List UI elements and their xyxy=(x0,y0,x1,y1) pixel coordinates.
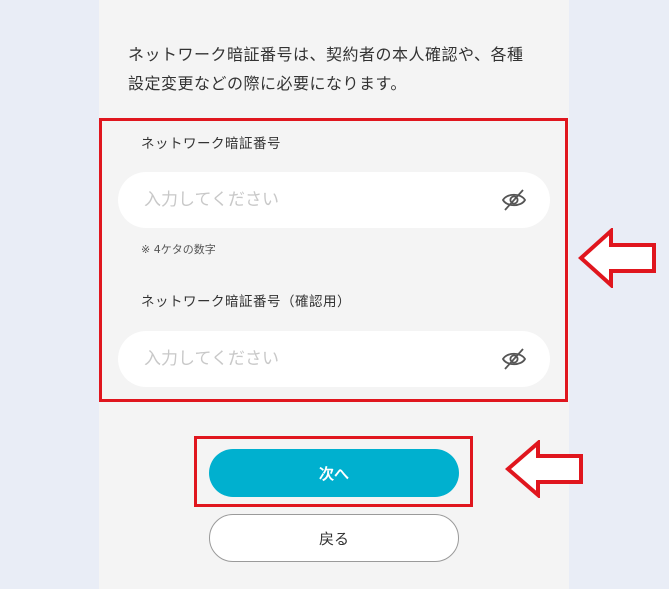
left-arrow-icon xyxy=(578,228,656,288)
pin-input-wrapper xyxy=(118,172,550,228)
pin-note: ※ 4ケタの数字 xyxy=(141,243,216,256)
back-button[interactable]: 戻る xyxy=(209,514,459,562)
left-arrow-icon xyxy=(505,440,583,498)
confirm-pin-input[interactable] xyxy=(118,331,478,387)
eye-off-icon[interactable] xyxy=(500,346,528,372)
pin-input[interactable] xyxy=(118,172,478,228)
confirm-pin-input-wrapper xyxy=(118,331,550,387)
pin-label: ネットワーク暗証番号 xyxy=(141,136,281,152)
confirm-pin-label: ネットワーク暗証番号（確認用） xyxy=(141,294,351,310)
next-button[interactable]: 次へ xyxy=(209,449,459,497)
intro-text: ネットワーク暗証番号は、契約者の本人確認や、各種設定変更などの際に必要になります… xyxy=(128,45,524,93)
eye-off-icon[interactable] xyxy=(500,187,528,213)
